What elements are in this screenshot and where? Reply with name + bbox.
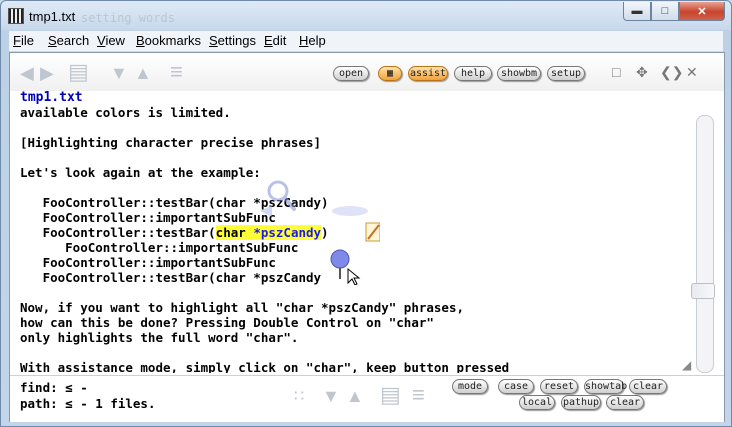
text-line xyxy=(20,120,690,135)
square-icon[interactable]: □ xyxy=(612,64,620,80)
setup-button[interactable]: setup xyxy=(547,66,585,81)
open-button[interactable]: open xyxy=(333,66,369,81)
arrow-up-icon[interactable]: ▲ xyxy=(134,63,152,84)
expand-icon[interactable]: ✥ xyxy=(636,64,648,81)
find-field[interactable]: ≤ - xyxy=(65,380,88,395)
showbm-button[interactable]: showbm xyxy=(497,66,541,81)
title-bar: tmp1.txt setting words ▬ □ ✕ xyxy=(1,1,731,31)
back-icon[interactable]: ◀ xyxy=(20,63,34,84)
arrow-left-icon[interactable] xyxy=(260,205,272,217)
path-field[interactable]: ≤ - 1 files. xyxy=(65,396,155,411)
text-line: only highlights the full word "char". xyxy=(20,330,299,345)
text-line: With assistance mode, simply click on "c… xyxy=(20,360,510,373)
close-icon: ✕ xyxy=(697,5,707,18)
menu-lines-icon[interactable]: ≡ xyxy=(170,59,183,85)
menu-search[interactable]: Search xyxy=(48,33,89,48)
menu-bookmarks[interactable]: Bookmarks xyxy=(136,33,201,48)
code-icon[interactable]: ❮❯ xyxy=(660,64,683,81)
magnifier-icon[interactable] xyxy=(267,180,296,211)
find-row: find: ≤ - xyxy=(20,380,88,395)
clear-find-button[interactable]: clear xyxy=(629,379,667,394)
ghost-title: setting words xyxy=(81,11,175,25)
minimize-icon: ▬ xyxy=(631,5,643,17)
assist-button[interactable]: assist xyxy=(408,66,448,81)
dots-grid-icon[interactable]: ∷ xyxy=(294,386,304,406)
find-label: find: xyxy=(20,380,58,395)
minimize-button[interactable]: ▬ xyxy=(623,2,651,21)
text-line xyxy=(20,150,690,165)
menu-settings[interactable]: Settings xyxy=(209,33,256,48)
text-line: how can this be done? Pressing Double Co… xyxy=(20,315,434,330)
window-title: tmp1.txt xyxy=(29,9,76,24)
mouse-pointer-icon xyxy=(347,267,361,285)
grid-icon: ▦ xyxy=(386,68,394,79)
close-pane-icon[interactable]: ✕ xyxy=(686,64,698,81)
find-down-icon[interactable]: ▼ xyxy=(322,386,340,407)
menu-view[interactable]: View xyxy=(97,33,125,48)
text-line xyxy=(20,285,690,300)
forward-icon[interactable]: ▶ xyxy=(40,63,54,84)
resize-grip-icon[interactable]: ◢ xyxy=(682,358,691,372)
help-button[interactable]: help xyxy=(454,66,492,81)
highlight-char: char xyxy=(215,225,254,240)
grid-button[interactable]: ▦ xyxy=(378,66,402,81)
text-line: [Highlighting character precise phrases] xyxy=(20,135,322,150)
menu-bar: File Search View Bookmarks Settings Edit… xyxy=(9,31,723,52)
assist-overlay: $ xyxy=(260,180,380,285)
text-line: available colors is limited. xyxy=(20,105,231,120)
close-button[interactable]: ✕ xyxy=(679,2,725,21)
clear-path-button[interactable]: clear xyxy=(606,395,644,410)
maximize-icon: □ xyxy=(661,5,669,17)
wand-icon[interactable] xyxy=(332,206,368,216)
file-name-label: tmp1.txt xyxy=(20,90,83,105)
find-panel: find: ≤ - path: ≤ - 1 files. ∷ ▼ ▲ ▤ ≡ m… xyxy=(10,375,724,422)
text-line: Now, if you want to highlight all "char … xyxy=(20,300,465,315)
menu-help[interactable]: Help xyxy=(299,33,326,48)
edit-note-icon[interactable] xyxy=(365,222,380,242)
pin-icon[interactable] xyxy=(330,249,350,279)
editor-panel: ◀ ▶ ▤ ▼ ▲ ≡ open ▦ assist help showbm se… xyxy=(9,52,725,422)
find-up-icon[interactable]: ▲ xyxy=(346,386,364,407)
menu-edit[interactable]: Edit xyxy=(264,33,286,48)
local-button[interactable]: local xyxy=(519,395,555,410)
list-view-icon[interactable]: ▤ xyxy=(68,59,89,85)
showtab-button[interactable]: showtab xyxy=(584,379,627,394)
path-label: path: xyxy=(20,396,58,411)
app-window: tmp1.txt setting words ▬ □ ✕ File Search… xyxy=(0,0,732,427)
find-menu-icon[interactable]: ≡ xyxy=(412,382,425,408)
arrow-down-icon[interactable]: ▼ xyxy=(110,63,128,84)
reset-button[interactable]: reset xyxy=(540,379,578,394)
mode-button[interactable]: mode xyxy=(452,379,488,394)
case-button[interactable]: case xyxy=(498,379,534,394)
text-line xyxy=(20,345,690,360)
scrollbar-thumb[interactable] xyxy=(691,283,715,299)
app-icon xyxy=(8,8,24,24)
window-controls: ▬ □ ✕ xyxy=(623,2,725,21)
find-list-icon[interactable]: ▤ xyxy=(380,382,401,408)
toolbar: ◀ ▶ ▤ ▼ ▲ ≡ open ▦ assist help showbm se… xyxy=(10,53,724,91)
maximize-button[interactable]: □ xyxy=(651,2,679,21)
menu-file[interactable]: File xyxy=(13,33,34,48)
pathup-button[interactable]: pathup xyxy=(561,395,601,410)
vertical-scrollbar[interactable] xyxy=(696,115,714,373)
path-row: path: ≤ - 1 files. xyxy=(20,396,155,411)
